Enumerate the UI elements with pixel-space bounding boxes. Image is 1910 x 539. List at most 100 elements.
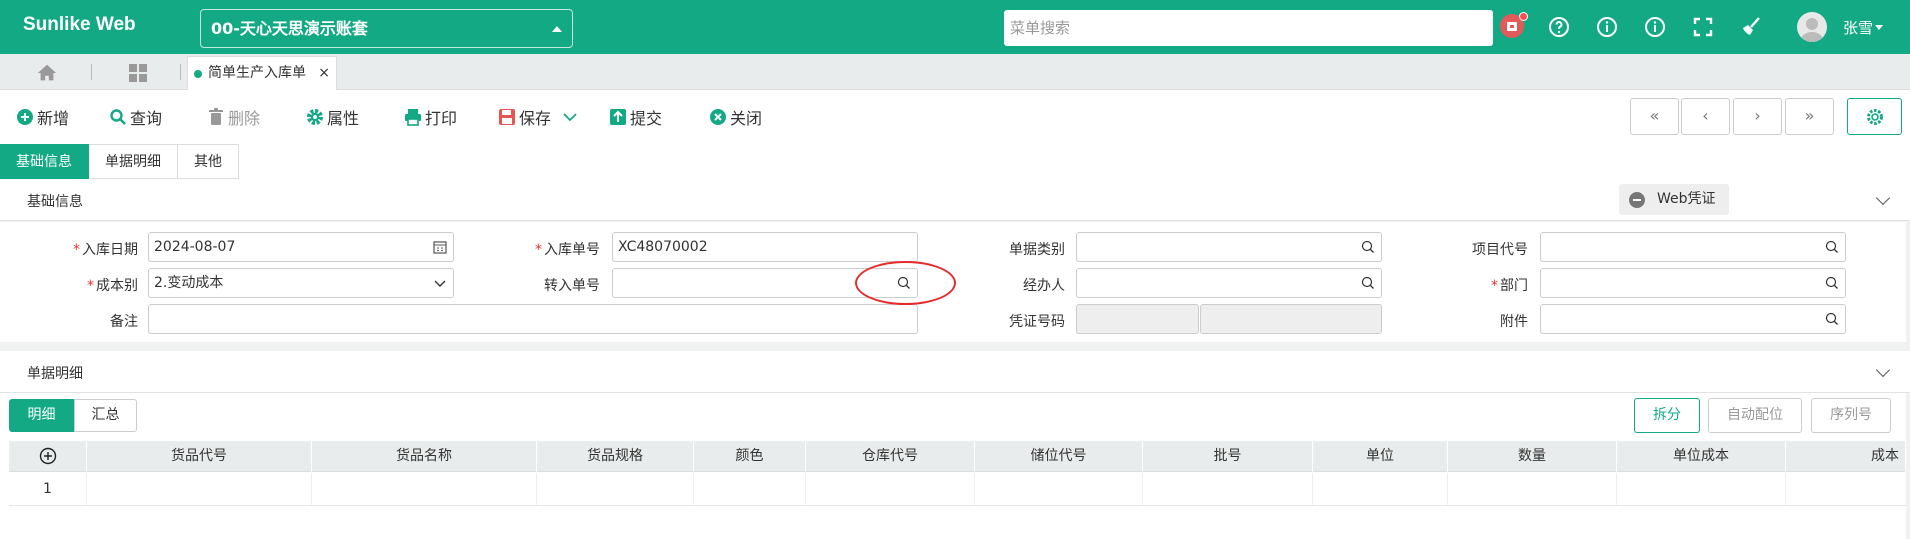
about-icon[interactable]: [1643, 15, 1667, 39]
table-cell[interactable]: [1448, 473, 1617, 506]
tab-simple-production-receipt[interactable]: 简单生产入库单 ×: [187, 56, 337, 90]
tab-doc-detail[interactable]: 单据明细: [89, 144, 178, 179]
row-number: 1: [9, 473, 87, 506]
table-cell[interactable]: [1313, 473, 1448, 506]
table-cell[interactable]: [806, 473, 975, 506]
grid-apps-icon[interactable]: [128, 63, 148, 83]
tab-summary[interactable]: 汇总: [74, 399, 137, 432]
serial-number-button[interactable]: 序列号: [1811, 398, 1891, 433]
user-avatar[interactable]: [1797, 12, 1827, 42]
remark-label: 备注: [110, 314, 138, 330]
table-cell[interactable]: [1617, 473, 1786, 506]
next-record-button[interactable]: ›: [1733, 98, 1782, 135]
voucher-label: 凭证号码: [1009, 314, 1065, 330]
table-cell[interactable]: [537, 473, 694, 506]
in-no-field[interactable]: XC48070002: [612, 232, 918, 262]
grid-header: 货品代号 货品名称 货品规格 颜色 仓库代号 储位代号 批号 单位 数量 单位成…: [9, 441, 1906, 472]
col-color: 颜色: [694, 441, 806, 472]
settings-button[interactable]: [1847, 98, 1902, 135]
in-no-label: * 入库单号: [535, 242, 600, 258]
add-button[interactable]: 新增: [16, 106, 69, 128]
in-date-value: 2024-08-07: [154, 239, 236, 255]
printer-icon: [405, 109, 421, 126]
help-icon[interactable]: [1547, 15, 1571, 39]
search-icon[interactable]: [1825, 312, 1839, 326]
menu-search-input[interactable]: [1004, 10, 1493, 46]
chevron-down-icon[interactable]: [433, 276, 447, 290]
chevron-down-icon[interactable]: [1875, 25, 1883, 30]
handler-field[interactable]: [1076, 268, 1382, 298]
col-location: 储位代号: [975, 441, 1143, 472]
home-icon[interactable]: [36, 62, 58, 84]
fullscreen-icon[interactable]: [1691, 15, 1715, 39]
close-icon[interactable]: ×: [318, 57, 330, 90]
project-field[interactable]: [1540, 232, 1846, 262]
chevron-down-icon[interactable]: [1875, 190, 1891, 206]
broom-clear-icon[interactable]: [1739, 15, 1763, 39]
delete-label: 删除: [228, 109, 261, 128]
query-button[interactable]: 查询: [109, 106, 162, 128]
account-selector[interactable]: 00-天心天思演示账套: [200, 9, 573, 48]
table-cell[interactable]: [87, 473, 312, 506]
prev-record-button[interactable]: ‹: [1681, 98, 1730, 135]
last-record-button[interactable]: »: [1785, 98, 1834, 135]
plus-circle-icon: [17, 109, 33, 125]
voucher-field-1: [1076, 304, 1199, 334]
table-cell[interactable]: [975, 473, 1143, 506]
print-button[interactable]: 打印: [404, 106, 457, 128]
calendar-icon[interactable]: [433, 240, 447, 254]
in-date-field[interactable]: 2024-08-07: [148, 232, 454, 262]
properties-button[interactable]: 属性: [306, 106, 359, 128]
dept-field[interactable]: [1540, 268, 1846, 298]
plus-circle-icon: [39, 447, 56, 465]
properties-label: 属性: [327, 109, 360, 128]
add-row-button[interactable]: [9, 441, 87, 472]
split-button[interactable]: 拆分: [1634, 398, 1700, 433]
col-item-name: 货品名称: [312, 441, 537, 472]
form-tabs: 基础信息 单据明细 其他: [0, 144, 239, 179]
tab-other[interactable]: 其他: [178, 144, 239, 179]
col-item-spec: 货品规格: [537, 441, 694, 472]
user-name[interactable]: 张雪: [1843, 17, 1873, 38]
chevron-down-icon[interactable]: [1875, 362, 1891, 378]
col-quantity: 数量: [1448, 441, 1617, 472]
save-label: 保存: [519, 109, 552, 128]
table-cell[interactable]: [1786, 473, 1906, 506]
attach-field[interactable]: [1540, 304, 1846, 334]
save-dropdown[interactable]: [561, 106, 579, 128]
table-cell[interactable]: [694, 473, 806, 506]
tab-detail[interactable]: 明细: [9, 399, 74, 432]
close-button[interactable]: 关闭: [709, 106, 762, 128]
cost-value: 2.变动成本: [154, 275, 224, 291]
auto-locate-button[interactable]: 自动配位: [1708, 398, 1802, 433]
table-cell[interactable]: [312, 473, 537, 506]
search-icon[interactable]: [1361, 240, 1375, 254]
search-icon[interactable]: [1361, 276, 1375, 290]
cost-label: * 成本别: [87, 278, 138, 294]
highlight-ellipse: [855, 261, 956, 305]
in-no-value: XC48070002: [618, 239, 708, 255]
gear-icon: [1867, 109, 1883, 125]
info-icon[interactable]: [1595, 15, 1619, 39]
web-voucher-button[interactable]: Web凭证: [1619, 184, 1729, 215]
submit-button[interactable]: 提交: [609, 106, 662, 128]
save-button[interactable]: 保存: [498, 106, 551, 128]
query-label: 查询: [130, 109, 163, 128]
tab-basic-info[interactable]: 基础信息: [0, 144, 89, 179]
section-doc-detail[interactable]: 单据明细: [0, 351, 1910, 393]
chevron-down-icon: [563, 113, 577, 122]
search-icon[interactable]: [1825, 240, 1839, 254]
delete-button[interactable]: 删除: [207, 106, 260, 128]
first-record-button[interactable]: «: [1630, 98, 1679, 135]
doc-type-field[interactable]: [1076, 232, 1382, 262]
col-cost: 成本: [1786, 441, 1906, 472]
search-icon[interactable]: [1825, 276, 1839, 290]
remark-field[interactable]: [148, 304, 918, 334]
attach-label: 附件: [1500, 314, 1528, 330]
floppy-disk-icon: [499, 109, 515, 125]
gear-icon: [307, 109, 323, 125]
divider: [91, 64, 92, 80]
cost-select[interactable]: 2.变动成本: [148, 268, 454, 298]
col-unit-cost: 单位成本: [1617, 441, 1786, 472]
table-cell[interactable]: [1143, 473, 1313, 506]
